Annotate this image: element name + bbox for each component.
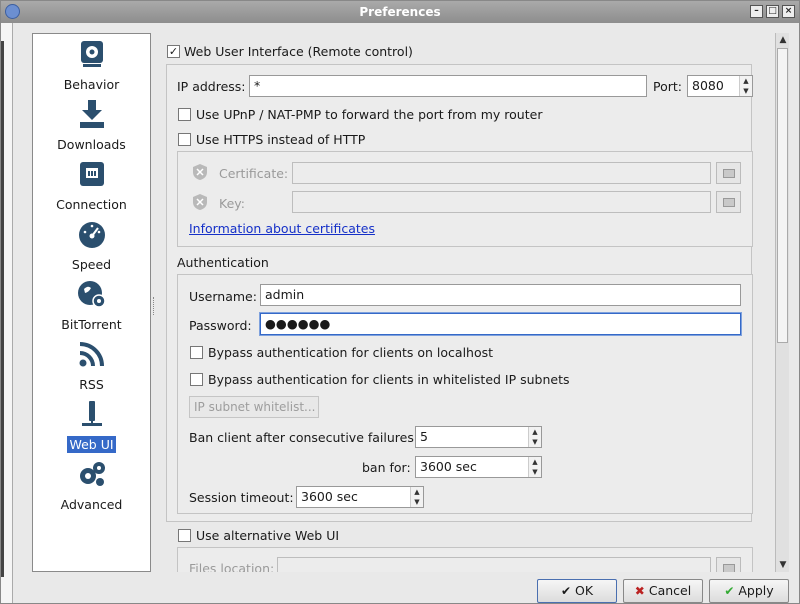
sidebar-item-web-ui[interactable]: Web UI xyxy=(33,396,150,456)
vertical-scrollbar[interactable]: ▲ ▼ xyxy=(775,33,789,572)
session-timeout-stepper[interactable]: ▲ ▼ xyxy=(410,487,423,507)
ban-failures-stepper[interactable]: ▲ ▼ xyxy=(528,427,541,447)
close-button[interactable]: × xyxy=(782,5,795,18)
certificate-shield-icon xyxy=(193,164,207,180)
web-ui-enable-label: Web User Interface (Remote control) xyxy=(184,44,413,59)
ban-for-spinbox[interactable]: 3600 sec ▲ ▼ xyxy=(415,456,542,478)
app-icon xyxy=(5,4,20,19)
certificate-path-input[interactable] xyxy=(292,162,711,184)
folder-icon xyxy=(723,564,735,572)
gear-icon xyxy=(81,41,103,67)
port-stepper[interactable]: ▲ ▼ xyxy=(739,76,752,96)
cancel-icon: ✖ xyxy=(634,584,645,598)
scroll-down-arrow[interactable]: ▼ xyxy=(778,560,788,570)
ban-for-stepper[interactable]: ▲ ▼ xyxy=(528,457,541,477)
session-timeout-label: Session timeout: xyxy=(189,490,294,505)
scroll-up-arrow[interactable]: ▲ xyxy=(778,35,788,45)
bittorrent-globe-icon xyxy=(78,281,106,308)
apply-icon: ✔ xyxy=(724,584,735,598)
minimize-button[interactable]: – xyxy=(750,5,763,18)
folder-icon xyxy=(723,169,735,178)
download-icon xyxy=(80,100,104,128)
port-label: Port: xyxy=(653,79,682,94)
sidebar-item-connection[interactable]: Connection xyxy=(33,156,150,216)
apply-button[interactable]: ✔ Apply xyxy=(709,579,789,603)
splitter-handle[interactable] xyxy=(153,297,155,315)
sidebar-item-behavior[interactable]: Behavior xyxy=(33,36,150,96)
alt-webui-label: Use alternative Web UI xyxy=(196,528,340,543)
bypass-whitelist-label: Bypass authentication for clients in whi… xyxy=(208,372,570,387)
session-timeout-value: 3600 sec xyxy=(301,489,358,504)
https-label: Use HTTPS instead of HTTP xyxy=(196,132,366,147)
key-label: Key: xyxy=(219,196,245,211)
category-list: Behavior Downloads Connection Speed BitT… xyxy=(32,33,151,572)
sidebar-item-label: Downloads xyxy=(57,137,126,152)
ban-for-value: 3600 sec xyxy=(420,459,477,474)
bypass-localhost-checkbox[interactable] xyxy=(190,346,203,359)
files-location-label: Files location: xyxy=(189,561,275,572)
key-shield-icon xyxy=(193,194,207,210)
https-checkbox[interactable] xyxy=(178,133,191,146)
certificate-browse-button[interactable] xyxy=(716,162,741,184)
session-timeout-spinbox[interactable]: 3600 sec ▲ ▼ xyxy=(296,486,424,508)
cancel-button[interactable]: ✖ Cancel xyxy=(623,579,703,603)
certificate-label: Certificate: xyxy=(219,166,289,181)
sidebar-item-downloads[interactable]: Downloads xyxy=(33,96,150,156)
sidebar-item-label: BitTorrent xyxy=(61,317,122,332)
username-label: Username: xyxy=(189,289,257,304)
sidebar-item-advanced[interactable]: Advanced xyxy=(33,456,150,516)
certificate-info-link[interactable]: Information about certificates xyxy=(189,221,375,236)
maximize-button[interactable]: □ xyxy=(766,5,779,18)
window-controls: – □ × xyxy=(750,5,795,18)
sidebar-item-label: Advanced xyxy=(60,497,123,512)
folder-icon xyxy=(723,198,735,207)
bypass-localhost-label: Bypass authentication for clients on loc… xyxy=(208,345,494,360)
sidebar-item-label: Connection xyxy=(56,197,127,212)
web-ui-icon xyxy=(82,401,102,426)
authentication-heading: Authentication xyxy=(177,255,269,270)
ban-failures-spinbox[interactable]: 5 ▲ ▼ xyxy=(415,426,542,448)
port-value: 8080 xyxy=(692,78,724,93)
files-location-input[interactable] xyxy=(277,557,711,572)
ip-subnet-whitelist-button[interactable]: IP subnet whitelist... xyxy=(189,396,319,418)
files-location-browse-button[interactable] xyxy=(716,557,741,572)
sidebar-item-label: Web UI xyxy=(67,436,116,453)
sidebar-item-bittorrent[interactable]: BitTorrent xyxy=(33,276,150,336)
key-path-input[interactable] xyxy=(292,191,711,213)
alt-webui-checkbox[interactable] xyxy=(178,529,191,542)
bypass-whitelist-checkbox[interactable] xyxy=(190,373,203,386)
window-title: Preferences xyxy=(359,5,441,19)
web-ui-settings-page: ✓ Web User Interface (Remote control) IP… xyxy=(156,33,775,572)
sidebar-item-speed[interactable]: Speed xyxy=(33,216,150,276)
upnp-label: Use UPnP / NAT-PMP to forward the port f… xyxy=(196,107,543,122)
ok-button[interactable]: ✔ OK xyxy=(537,579,617,603)
scrollbar-thumb[interactable] xyxy=(777,48,788,343)
background-window-border xyxy=(1,41,4,577)
sidebar-item-label: Behavior xyxy=(63,77,120,92)
title-bar[interactable]: Preferences – □ × xyxy=(1,1,799,23)
gears-icon xyxy=(80,462,105,486)
ban-failures-label: Ban client after consecutive failures: xyxy=(189,430,419,445)
sidebar-item-label: Speed xyxy=(71,257,112,272)
rss-icon xyxy=(79,342,104,367)
ok-icon: ✔ xyxy=(560,584,571,598)
sidebar-item-rss[interactable]: RSS xyxy=(33,336,150,396)
ban-failures-value: 5 xyxy=(420,429,428,444)
username-input[interactable]: admin xyxy=(260,284,741,306)
upnp-checkbox[interactable] xyxy=(178,108,191,121)
authentication-group xyxy=(177,274,753,514)
password-label: Password: xyxy=(189,318,252,333)
ip-address-label: IP address: xyxy=(177,79,246,94)
preferences-window: Preferences – □ × Behavior Downloads Con… xyxy=(0,0,800,604)
port-spinbox[interactable]: 8080 ▲ ▼ xyxy=(687,75,753,97)
network-icon xyxy=(80,162,104,186)
ip-address-input[interactable]: * xyxy=(249,75,647,97)
speedometer-icon xyxy=(79,222,105,248)
web-ui-enable-checkbox[interactable]: ✓ xyxy=(167,45,180,58)
ban-for-label: ban for: xyxy=(362,460,411,475)
password-input[interactable]: ●●●●●● xyxy=(260,313,741,335)
key-browse-button[interactable] xyxy=(716,191,741,213)
sidebar-item-label: RSS xyxy=(79,377,104,392)
